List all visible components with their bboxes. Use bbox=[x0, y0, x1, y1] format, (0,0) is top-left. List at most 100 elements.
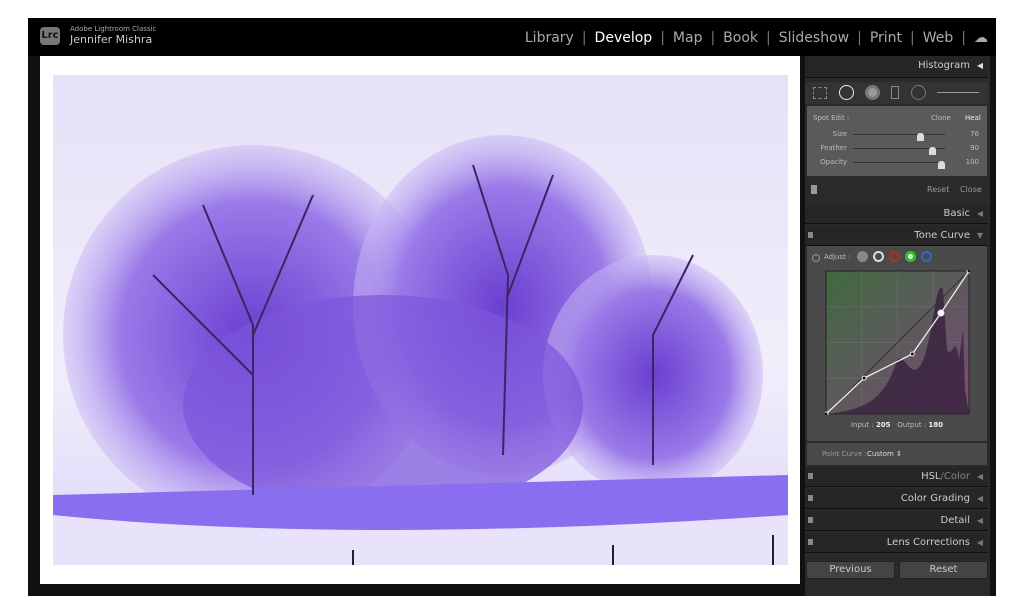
output-value: 180 bbox=[928, 421, 944, 429]
curve-point[interactable] bbox=[909, 351, 915, 357]
tone-curve-title: Tone Curve bbox=[914, 230, 970, 241]
spot-removal-tool-icon[interactable] bbox=[839, 85, 854, 100]
point-curve-select[interactable]: Custom ⇕ bbox=[867, 450, 902, 458]
lrc-logo: Lrc bbox=[40, 27, 60, 45]
heal-button[interactable]: Heal bbox=[965, 114, 981, 122]
module-print[interactable]: Print bbox=[862, 30, 910, 46]
slider-thumb[interactable] bbox=[929, 147, 937, 155]
module-book[interactable]: Book bbox=[715, 30, 766, 46]
slider-track[interactable] bbox=[853, 147, 945, 155]
hsl-title: HSL bbox=[921, 471, 941, 482]
slider-value[interactable]: 100 bbox=[966, 158, 979, 166]
detail-header[interactable]: Detail ◀ bbox=[805, 511, 988, 531]
panel-switch-icon[interactable] bbox=[808, 473, 813, 479]
adjust-label: Adjust : bbox=[824, 253, 851, 261]
hsl-header[interactable]: HSL/Color ◀ bbox=[805, 467, 988, 487]
lens-corrections-title: Lens Corrections bbox=[886, 537, 970, 548]
identity-plate: Jennifer Mishra bbox=[70, 33, 153, 46]
graduated-filter-icon[interactable] bbox=[891, 86, 899, 99]
blue-channel-icon[interactable] bbox=[921, 251, 932, 262]
detail-title: Detail bbox=[940, 515, 970, 526]
module-slideshow[interactable]: Slideshow bbox=[771, 30, 857, 46]
module-web[interactable]: Web bbox=[915, 30, 962, 46]
radial-filter-icon[interactable] bbox=[911, 85, 926, 100]
curve-point[interactable] bbox=[937, 309, 945, 317]
input-label: Input : bbox=[850, 421, 874, 429]
reset-button[interactable]: Reset bbox=[899, 561, 988, 579]
photo-image bbox=[53, 135, 788, 565]
slider-track[interactable] bbox=[853, 161, 945, 169]
collapse-triangle-icon: ◀ bbox=[976, 61, 983, 70]
parametric-curve-icon[interactable] bbox=[857, 251, 868, 262]
tone-curve-panel: Adjust : Input : 205 Output : 180 bbox=[807, 246, 987, 441]
slider-size[interactable]: Size 76 bbox=[807, 130, 987, 141]
slider-thumb[interactable] bbox=[916, 133, 924, 141]
green-channel-icon[interactable] bbox=[905, 251, 916, 262]
previous-button[interactable]: Previous bbox=[806, 561, 895, 579]
panel-switch-icon[interactable] bbox=[808, 495, 813, 501]
red-channel-icon[interactable] bbox=[889, 251, 900, 262]
panel-switch-icon[interactable] bbox=[808, 539, 813, 545]
tone-curve-graph[interactable] bbox=[825, 270, 970, 415]
slider-value[interactable]: 76 bbox=[970, 130, 979, 138]
color-grading-header[interactable]: Color Grading ◀ bbox=[805, 489, 988, 509]
lens-corrections-header[interactable]: Lens Corrections ◀ bbox=[805, 533, 988, 553]
slider-value[interactable]: 90 bbox=[970, 144, 979, 152]
image-canvas[interactable] bbox=[40, 56, 800, 584]
right-panel: Histogram ◀ Spot Edit : Clone Heal Size 76… bbox=[805, 56, 990, 596]
product-name: Adobe Lightroom Classic bbox=[70, 25, 157, 33]
expand-triangle-icon: ◀ bbox=[976, 472, 983, 481]
point-curve-value: Custom bbox=[867, 450, 894, 458]
top-bar: Lrc Adobe Lightroom Classic Jennifer Mis… bbox=[28, 18, 996, 56]
panel-switch-icon[interactable] bbox=[808, 517, 813, 523]
curve-point[interactable] bbox=[966, 270, 970, 274]
curve-readout: Input : 205 Output : 180 bbox=[807, 421, 987, 429]
slider-label: Size bbox=[832, 130, 847, 138]
module-picker: Library | Develop | Map | Book | Slideshow | Print… bbox=[517, 30, 996, 46]
expand-triangle-icon: ◀ bbox=[976, 538, 983, 547]
color-grading-title: Color Grading bbox=[900, 493, 970, 504]
basic-title: Basic bbox=[943, 208, 970, 219]
point-curve-row: Point Curve : Custom ⇕ bbox=[807, 443, 987, 465]
spot-edit-label: Spot Edit : bbox=[813, 114, 850, 122]
expand-triangle-icon: ◀ bbox=[976, 516, 983, 525]
curve-point[interactable] bbox=[825, 411, 829, 415]
module-library[interactable]: Library bbox=[517, 30, 582, 46]
module-develop[interactable]: Develop bbox=[587, 30, 661, 46]
curve-point[interactable] bbox=[861, 375, 867, 381]
crop-tool-icon[interactable] bbox=[813, 87, 827, 99]
slider-track[interactable] bbox=[853, 133, 945, 141]
brush-size-slider[interactable] bbox=[937, 92, 979, 93]
panel-switch-icon[interactable] bbox=[808, 232, 813, 238]
point-curve-icon[interactable] bbox=[873, 251, 884, 262]
histogram-title: Histogram bbox=[918, 60, 970, 71]
spot-edit-panel: Spot Edit : Clone Heal Size 76 Feather 90 Op… bbox=[807, 106, 987, 176]
tool-strip bbox=[805, 82, 988, 104]
slider-feather[interactable]: Feather 90 bbox=[807, 144, 987, 155]
show-overlay-toggle[interactable] bbox=[811, 185, 817, 194]
spot-toolbar: Reset Close bbox=[805, 180, 988, 200]
slider-thumb[interactable] bbox=[938, 161, 945, 169]
tone-curve-header[interactable]: Tone Curve ▼ bbox=[805, 226, 988, 246]
red-eye-tool-icon[interactable] bbox=[865, 85, 880, 100]
output-label: Output : bbox=[897, 421, 927, 429]
spot-reset-button[interactable]: Reset bbox=[927, 185, 949, 194]
targeted-adjustment-icon[interactable] bbox=[812, 254, 820, 262]
histogram-header[interactable]: Histogram ◀ bbox=[805, 56, 988, 78]
input-value: 205 bbox=[875, 421, 891, 429]
lightroom-window: Lrc Adobe Lightroom Classic Jennifer Mis… bbox=[28, 18, 996, 596]
photo-winter-trees[interactable] bbox=[53, 75, 788, 565]
slider-opacity[interactable]: Opacity 100 bbox=[807, 158, 987, 169]
spot-close-button[interactable]: Close bbox=[960, 185, 982, 194]
collapse-triangle-icon: ▼ bbox=[976, 231, 983, 240]
slider-label: Opacity bbox=[820, 158, 847, 166]
cloud-sync-icon[interactable]: ☁ bbox=[966, 30, 996, 46]
expand-triangle-icon: ◀ bbox=[976, 494, 983, 503]
basic-header[interactable]: Basic ◀ bbox=[805, 204, 988, 224]
expand-triangle-icon: ◀ bbox=[976, 209, 983, 218]
slider-label: Feather bbox=[820, 144, 847, 152]
point-curve-label: Point Curve : bbox=[822, 450, 867, 458]
module-map[interactable]: Map bbox=[665, 30, 711, 46]
clone-button[interactable]: Clone bbox=[931, 114, 951, 122]
color-title: Color bbox=[943, 471, 970, 482]
